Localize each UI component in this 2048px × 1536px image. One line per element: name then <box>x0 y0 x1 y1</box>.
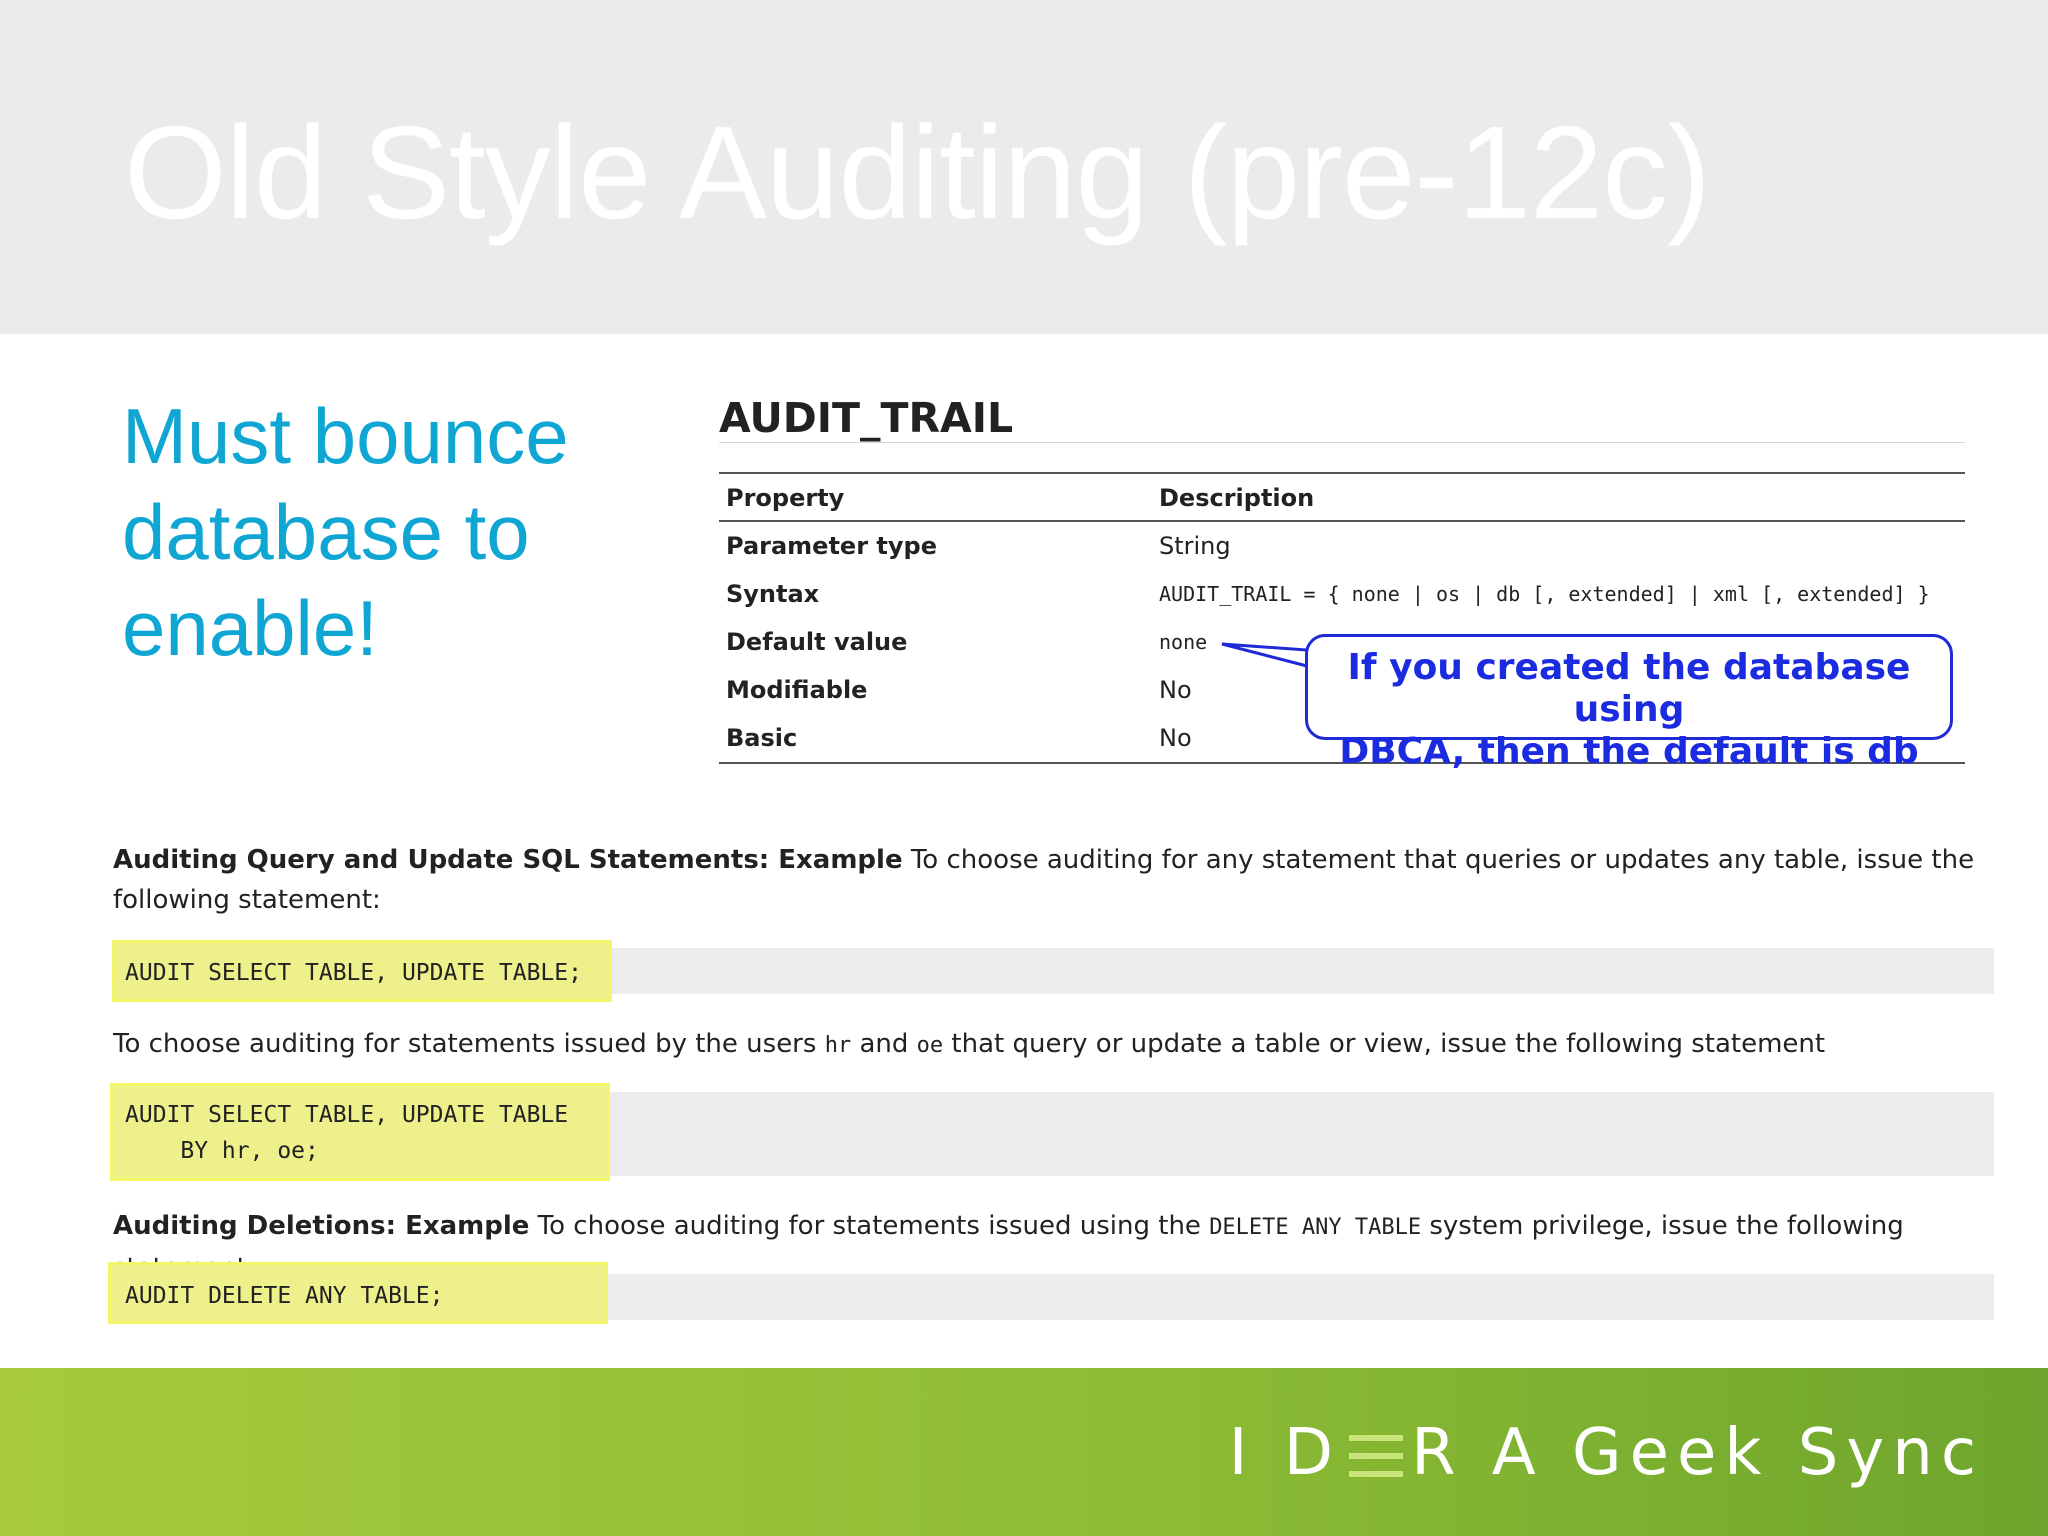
row-description: String <box>1159 532 1231 560</box>
table-row: Syntax AUDIT_TRAIL = { none | os | db [,… <box>719 570 1965 618</box>
brand-left: I D <box>1228 1416 1342 1490</box>
example-1-label: Auditing Query and Update SQL Statements… <box>113 845 903 875</box>
header-description: Description <box>1152 472 1965 522</box>
row-property: Default value <box>726 628 908 656</box>
row-description: AUDIT_TRAIL = { none | os | db [, extend… <box>1159 582 1930 606</box>
slide-title: Old Style Auditing (pre-12c) <box>124 99 1711 246</box>
example-3-label: Auditing Deletions: Example <box>113 1211 530 1241</box>
brand-right: R A Geek Sync <box>1411 1416 1984 1490</box>
example-3-text-1: To choose auditing for statements issued… <box>529 1211 1210 1241</box>
title-rule <box>719 442 1965 443</box>
brand-e-bars-icon <box>1349 1431 1404 1481</box>
row-property: Basic <box>719 714 1152 764</box>
example-3-privilege: DELETE ANY TABLE <box>1209 1215 1422 1240</box>
callout-line-1: If you created the database using <box>1347 647 1911 730</box>
table-row: Parameter type String <box>719 521 1965 570</box>
code-1-text: AUDIT SELECT TABLE, UPDATE TABLE; <box>125 960 582 986</box>
example-2-text-3: that query or update a table or view, is… <box>943 1029 1826 1059</box>
example-2-user-hr: hr <box>824 1033 852 1058</box>
code-3-text: AUDIT DELETE ANY TABLE; <box>125 1283 444 1309</box>
callout-bubble: If you created the database using DBCA, … <box>1305 634 1953 772</box>
code-2-line-2: BY hr, oe; <box>125 1138 319 1164</box>
row-property: Parameter type <box>726 532 937 560</box>
bounce-note: Must bounce database to enable! <box>122 392 569 672</box>
callout-line-2: DBCA, then the default is db <box>1339 731 1919 772</box>
example-2-user-oe: oe <box>916 1033 944 1058</box>
code-2-line-1: AUDIT SELECT TABLE, UPDATE TABLE <box>125 1102 569 1128</box>
header-property: Property <box>719 472 1152 522</box>
example-2-text-1: To choose auditing for statements issued… <box>113 1029 825 1059</box>
row-property: Modifiable <box>726 676 868 704</box>
row-property: Syntax <box>726 580 820 608</box>
example-2-text-2: and <box>851 1029 917 1059</box>
table-header-row: Property Description <box>719 472 1965 522</box>
parameter-title: AUDIT_TRAIL <box>719 394 1014 442</box>
idera-geek-sync-logo: I D R A Geek Sync <box>1229 1416 1984 1490</box>
example-2-paragraph: To choose auditing for statements issued… <box>113 1024 1983 1066</box>
example-1-paragraph: Auditing Query and Update SQL Statements… <box>113 840 1983 920</box>
